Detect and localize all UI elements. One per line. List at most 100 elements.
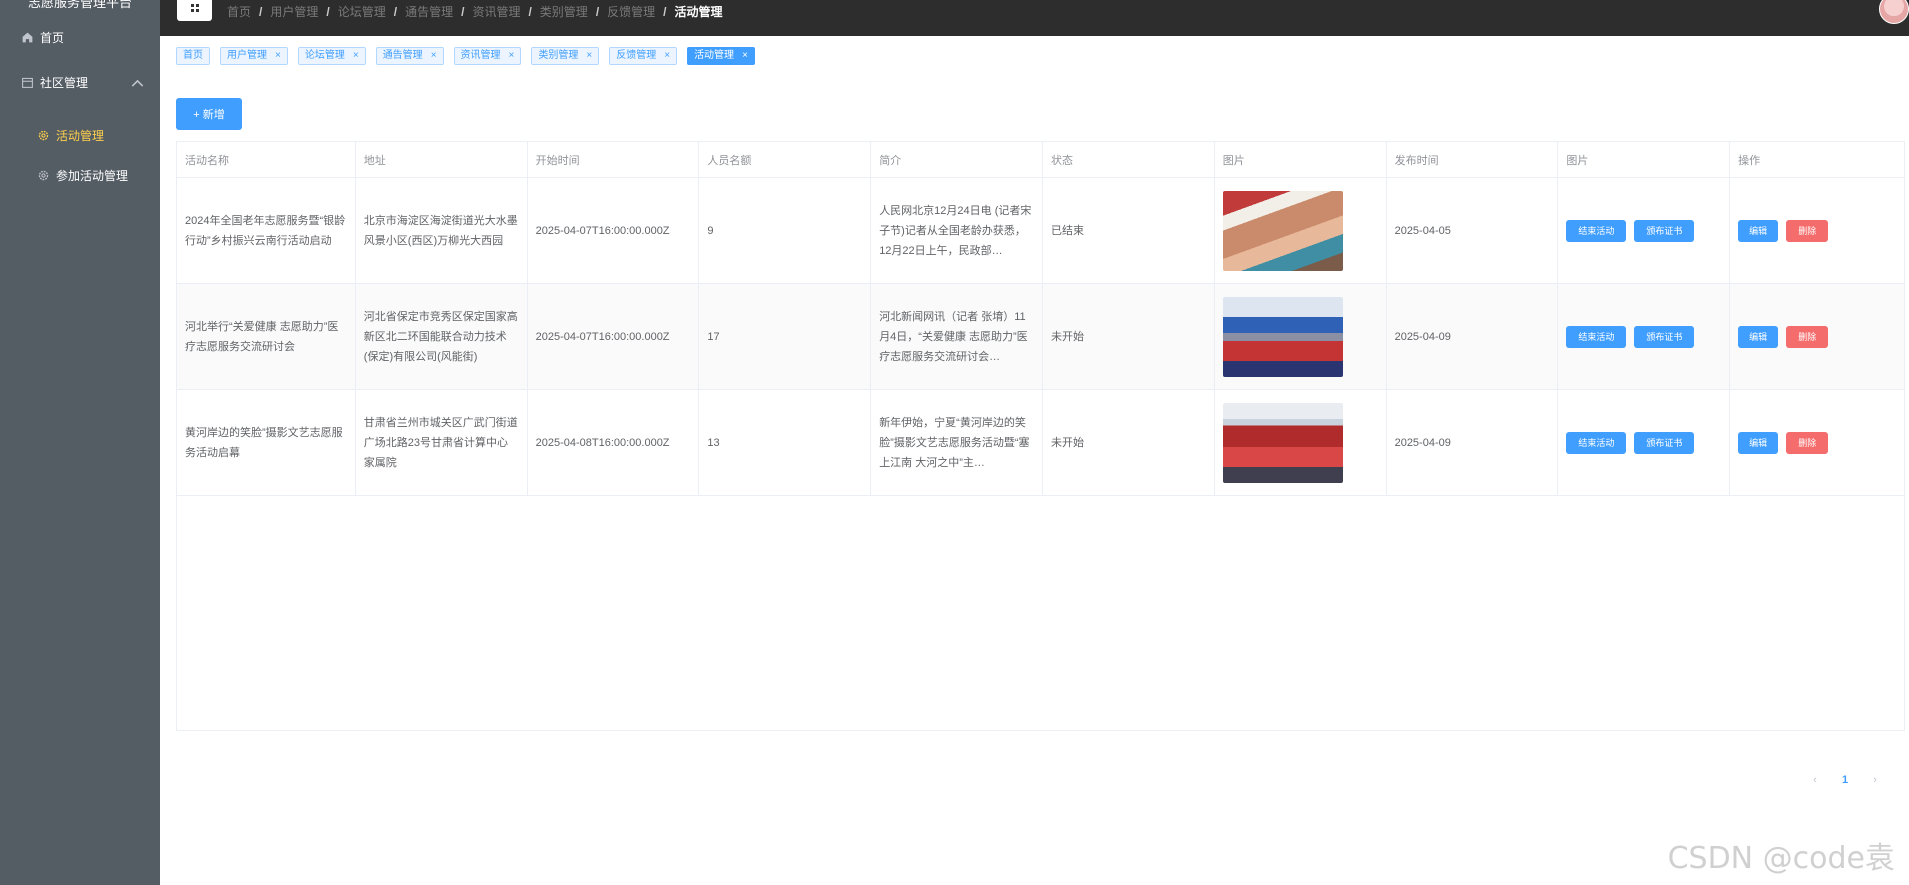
column-header: 简介	[871, 142, 1043, 177]
add-button[interactable]: + 新增	[176, 98, 242, 130]
activity-start: 2025-04-07T16:00:00.000Z	[535, 224, 670, 237]
close-icon[interactable]: ×	[664, 48, 670, 64]
issue-certificate-button[interactable]: 颁布证书	[1634, 325, 1695, 348]
activity-address: 北京市海淀区海淀街道光大水墨风景小区(西区)万柳光大西园	[363, 214, 518, 247]
pagination: ‹ 1 ›	[1800, 774, 1890, 786]
tag-label: 活动管理	[694, 50, 735, 61]
sidebar-item-home[interactable]: 首页	[0, 17, 160, 57]
breadcrumb-current: 活动管理	[674, 5, 723, 19]
activity-publish-date: 2025-04-09	[1394, 330, 1451, 343]
sidebar-item-label: 活动管理	[56, 128, 105, 143]
sidebar-item-community[interactable]: 社区管理	[0, 62, 160, 102]
table-row: 黄河岸边的笑脸”摄影文艺志愿服务活动启幕 甘肃省兰州市城关区广武门街道广场北路2…	[177, 390, 1904, 496]
tag-label: 用户管理	[227, 50, 267, 61]
next-page-button[interactable]: ›	[1860, 774, 1890, 786]
activity-intro: 河北新闻网讯（记者 张堉）11月4日，“关爱健康 志愿助力”医疗志愿服务交流研讨…	[879, 310, 1028, 363]
column-header: 人员名额	[699, 142, 872, 177]
end-activity-button[interactable]: 结束活动	[1566, 325, 1627, 348]
chevron-up-icon	[131, 77, 144, 93]
tags-view: 首页 用户管理 × 论坛管理 × 通告管理 × 资讯管理 × 类别管理 × 反馈管理 × 活…	[176, 47, 765, 67]
breadcrumb-item[interactable]: 资讯管理	[472, 3, 520, 20]
close-icon[interactable]: ×	[431, 48, 437, 64]
tag-forum[interactable]: 论坛管理 ×	[297, 47, 366, 65]
end-activity-button[interactable]: 结束活动	[1566, 431, 1627, 454]
activity-table: 活动名称 地址 开始时间 人员名额 简介 状态 图片 发布时间 图片 操作 20…	[176, 141, 1905, 731]
activity-name: 2024年全国老年志愿服务暨“银龄行动”乡村振兴云南行活动启动	[185, 214, 346, 247]
column-header: 图片	[1215, 142, 1387, 177]
tag-label: 资讯管理	[460, 50, 501, 61]
breadcrumb-item[interactable]: 类别管理	[540, 3, 588, 20]
gear-icon	[36, 168, 50, 182]
tag-activity[interactable]: 活动管理 ×	[687, 47, 755, 65]
page-number[interactable]: 1	[1830, 774, 1860, 786]
breadcrumb-item[interactable]: 首页	[227, 3, 251, 20]
activity-quota: 9	[707, 224, 714, 237]
gear-icon	[36, 128, 50, 142]
breadcrumb-item[interactable]: 反馈管理	[607, 3, 655, 20]
column-header: 发布时间	[1387, 142, 1559, 177]
activity-quota: 13	[707, 436, 720, 449]
menu-toggle-button[interactable]	[177, 0, 212, 21]
issue-certificate-button[interactable]: 颁布证书	[1634, 219, 1695, 242]
activity-quota: 17	[707, 330, 720, 343]
breadcrumb-item[interactable]: 用户管理	[270, 3, 318, 20]
activity-start: 2025-04-08T16:00:00.000Z	[535, 436, 670, 449]
activity-publish-date: 2025-04-05	[1394, 224, 1451, 237]
tag-home[interactable]: 首页	[176, 47, 210, 65]
edit-button[interactable]: 编辑	[1738, 325, 1779, 348]
issue-certificate-button[interactable]: 颁布证书	[1634, 431, 1695, 454]
table-row: 2024年全国老年志愿服务暨“银龄行动”乡村振兴云南行活动启动 北京市海淀区海淀…	[177, 178, 1904, 284]
breadcrumb-item[interactable]: 论坛管理	[338, 3, 386, 20]
activity-image[interactable]	[1222, 190, 1343, 271]
column-header: 状态	[1043, 142, 1215, 177]
activity-status: 已结束	[1050, 224, 1084, 237]
grid-icon	[190, 2, 200, 16]
activity-intro: 新年伊始，宁夏“黄河岸边的笑脸”摄影文艺志愿服务活动暨“塞上江南 大河之中”主…	[879, 416, 1030, 469]
table-header: 活动名称 地址 开始时间 人员名额 简介 状态 图片 发布时间 图片 操作	[177, 142, 1904, 178]
close-icon[interactable]: ×	[353, 48, 359, 64]
table-row: 河北举行“关爱健康 志愿助力”医疗志愿服务交流研讨会 河北省保定市竞秀区保定国家…	[177, 284, 1904, 390]
sidebar-item-join-activity[interactable]: 参加活动管理	[0, 155, 160, 195]
delete-button[interactable]: 删除	[1786, 431, 1829, 454]
sidebar-item-label: 首页	[40, 30, 65, 45]
activity-intro: 人民网北京12月24日电 (记者宋子节)记者从全国老龄办获悉，12月22日上午，…	[879, 204, 1032, 257]
activity-address: 甘肃省兰州市城关区广武门街道广场北路23号甘肃省计算中心家属院	[363, 416, 518, 469]
sidebar-item-activity[interactable]: 活动管理	[0, 115, 160, 155]
close-icon[interactable]: ×	[275, 48, 281, 64]
close-icon[interactable]: ×	[586, 48, 592, 64]
tag-users[interactable]: 用户管理 ×	[220, 47, 288, 65]
activity-image[interactable]	[1222, 402, 1343, 483]
edit-button[interactable]: 编辑	[1738, 431, 1779, 454]
breadcrumb-item[interactable]: 通告管理	[405, 3, 453, 20]
activity-publish-date: 2025-04-09	[1394, 436, 1451, 449]
calendar-icon	[20, 75, 34, 89]
top-bar: 首页 / 用户管理 / 论坛管理 / 通告管理 / 资讯管理 / 类别管理 / 反馈管理 / …	[160, 0, 1909, 36]
activity-name: 河北举行“关爱健康 志愿助力”医疗志愿服务交流研讨会	[185, 320, 339, 353]
edit-button[interactable]: 编辑	[1738, 219, 1779, 242]
delete-button[interactable]: 删除	[1786, 325, 1829, 348]
sidebar: 志愿服务管理平台 首页 社区管理 活动管理 参加活动管理	[0, 0, 160, 885]
close-icon[interactable]: ×	[742, 48, 748, 64]
delete-button[interactable]: 删除	[1786, 219, 1829, 242]
tag-label: 类别管理	[538, 50, 579, 61]
close-icon[interactable]: ×	[509, 48, 515, 64]
activity-address: 河北省保定市竞秀区保定国家高新区北二环国能联合动力技术(保定)有限公司(风能街)	[363, 310, 518, 363]
tag-notice[interactable]: 通告管理 ×	[375, 47, 444, 65]
tag-feedback[interactable]: 反馈管理 ×	[609, 47, 678, 65]
activity-image[interactable]	[1222, 296, 1343, 377]
watermark: CSDN @code袁	[1667, 841, 1895, 876]
tag-category[interactable]: 类别管理 ×	[531, 47, 600, 65]
column-header: 操作	[1738, 154, 1761, 167]
activity-name: 黄河岸边的笑脸”摄影文艺志愿服务活动启幕	[185, 426, 343, 459]
tag-label: 论坛管理	[304, 50, 345, 61]
prev-page-button[interactable]: ‹	[1800, 774, 1830, 786]
end-activity-button[interactable]: 结束活动	[1566, 219, 1627, 242]
tag-label: 反馈管理	[616, 50, 657, 61]
app-brand: 志愿服务管理平台	[27, 0, 132, 10]
activity-status: 未开始	[1050, 330, 1084, 343]
tag-news[interactable]: 资讯管理 ×	[453, 47, 522, 65]
activity-start: 2025-04-07T16:00:00.000Z	[535, 330, 670, 343]
breadcrumb: 首页 / 用户管理 / 论坛管理 / 通告管理 / 资讯管理 / 类别管理 / 反馈管理 / …	[227, 3, 723, 20]
tag-label: 通告管理	[382, 50, 423, 61]
avatar[interactable]	[1879, 0, 1909, 24]
